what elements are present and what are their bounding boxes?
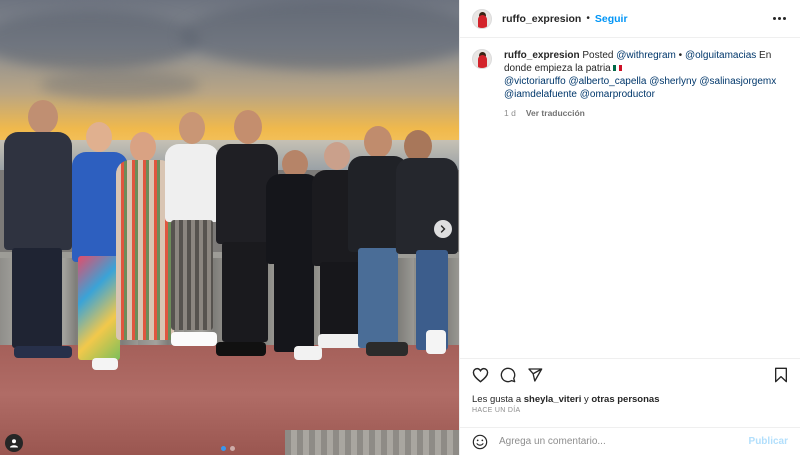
- chevron-right-icon: [440, 225, 446, 233]
- avatar[interactable]: [472, 8, 492, 29]
- post-header: ruffo_expresion • Seguir: [460, 0, 800, 38]
- carousel-dot: [221, 446, 226, 451]
- person: [396, 130, 459, 360]
- post-photo[interactable]: [0, 0, 459, 455]
- caption-text: Posted: [582, 50, 614, 61]
- comment-icon: [500, 367, 516, 382]
- translate-button[interactable]: Ver traducción: [526, 108, 585, 118]
- curb: [285, 430, 459, 455]
- caption-area: ruffo_expresion Posted @withregram • @ol…: [460, 38, 800, 455]
- carousel-dot: [230, 446, 235, 451]
- caption-meta: 1 d Ver traducción: [504, 108, 794, 118]
- user-tag-icon: [10, 439, 18, 448]
- post-view: ruffo_expresion • Seguir ruffo_expresion…: [0, 0, 800, 455]
- comment-input[interactable]: [499, 436, 739, 447]
- mention-link[interactable]: @salinasjorgemx: [699, 76, 776, 87]
- mention-link[interactable]: @iamdelafuente: [504, 89, 577, 100]
- mention-link[interactable]: @omarproductor: [580, 89, 655, 100]
- separator-dot: •: [586, 13, 590, 24]
- likes-prefix: Les gusta a: [472, 394, 522, 405]
- likes-joiner: y: [583, 394, 589, 405]
- carousel-indicator: [221, 446, 235, 451]
- emoji-icon: [472, 434, 488, 449]
- mention-link[interactable]: @withregram: [616, 50, 676, 61]
- like-button[interactable]: [472, 367, 489, 383]
- caption-username[interactable]: ruffo_expresion: [504, 50, 580, 61]
- follow-button[interactable]: Seguir: [595, 13, 628, 25]
- heart-icon: [472, 367, 489, 383]
- save-button[interactable]: [774, 367, 788, 383]
- action-bar: [460, 358, 800, 390]
- mention-link[interactable]: @olguitamacias: [685, 50, 756, 61]
- comment-bar: Publicar: [460, 427, 800, 455]
- mention-link[interactable]: @victoriaruffo: [504, 76, 566, 87]
- post-side-panel: ruffo_expresion • Seguir ruffo_expresion…: [459, 0, 800, 455]
- header-username[interactable]: ruffo_expresion: [502, 13, 581, 25]
- likes-summary: Les gusta a sheyla_viteri y otras person…: [472, 394, 660, 405]
- share-icon: [528, 367, 543, 382]
- post-timestamp: HACE UN DÍA: [472, 407, 521, 414]
- post-age: 1 d: [504, 108, 516, 118]
- person: [165, 112, 220, 362]
- bookmark-icon: [775, 367, 787, 382]
- cloud: [40, 70, 200, 100]
- publish-button[interactable]: Publicar: [749, 436, 788, 447]
- comment-button[interactable]: [500, 367, 516, 383]
- mention-link[interactable]: @sherlyny: [649, 76, 696, 87]
- more-options-icon[interactable]: [771, 13, 788, 24]
- emoji-button[interactable]: [472, 434, 488, 450]
- likes-user-link[interactable]: sheyla_viteri: [524, 394, 582, 405]
- post-caption: ruffo_expresion Posted @withregram • @ol…: [504, 49, 794, 101]
- avatar[interactable]: [472, 49, 492, 69]
- user-tag-button[interactable]: [5, 434, 23, 452]
- mexico-flag-icon: [612, 65, 622, 72]
- caption-dot: •: [678, 50, 683, 61]
- share-button[interactable]: [527, 367, 543, 383]
- person: [0, 100, 75, 365]
- mention-link[interactable]: @alberto_capella: [568, 76, 646, 87]
- likes-others-link[interactable]: otras personas: [591, 394, 659, 405]
- carousel-next-button[interactable]: [434, 220, 452, 238]
